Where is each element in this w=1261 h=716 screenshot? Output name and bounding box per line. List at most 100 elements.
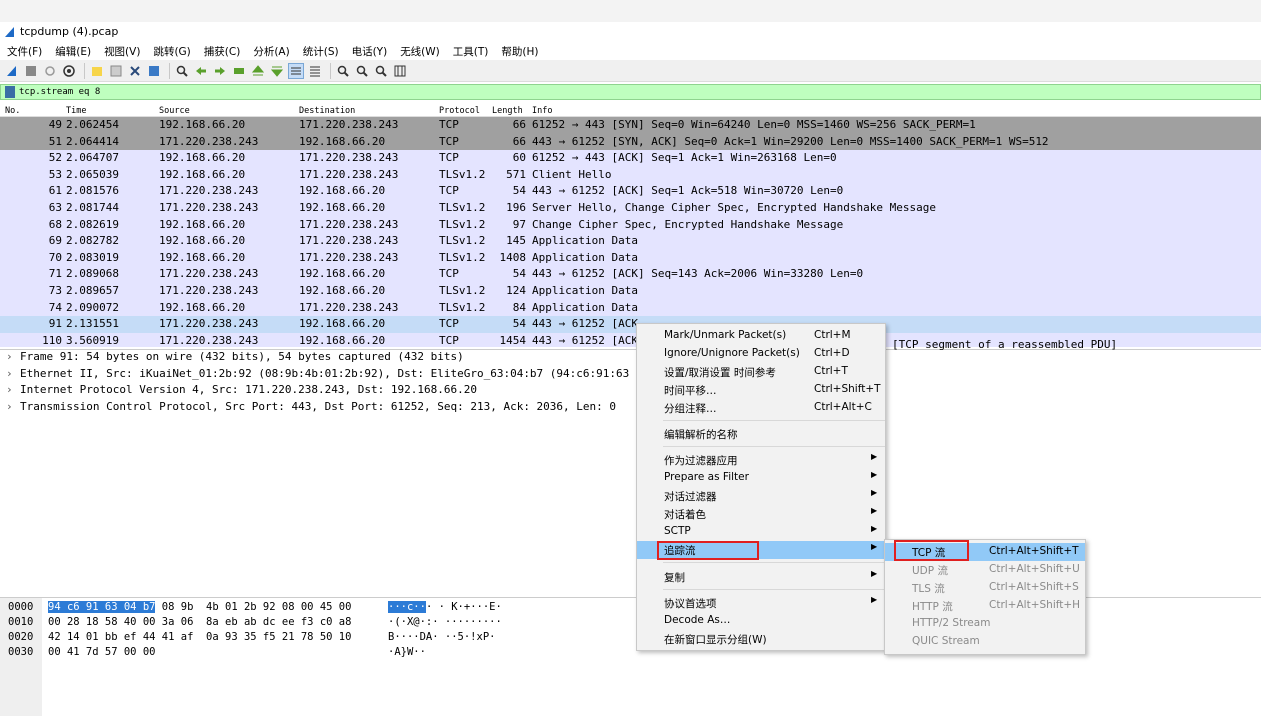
menu-item-protocol-preferences[interactable]: 协议首选项 ▶ (637, 594, 885, 612)
menu-item-packet-comment[interactable]: 分组注释… Ctrl+Alt+C (637, 399, 885, 417)
packet-row[interactable]: 68 2.082619 192.168.66.20 171.220.238.243 TL… (0, 216, 1261, 234)
menu-view[interactable]: 视图(V) (97, 42, 146, 60)
zoom-in-icon[interactable] (335, 63, 351, 79)
menu-item-decode-as[interactable]: Decode As… (637, 612, 885, 630)
go-forward-icon[interactable] (212, 63, 228, 79)
column-no[interactable]: No. (5, 106, 20, 116)
go-back-icon[interactable] (193, 63, 209, 79)
hex-selected-bytes[interactable]: 94 c6 91 63 04 b7 (48, 601, 156, 613)
menu-wireless[interactable]: 无线(W) (393, 42, 446, 60)
ascii-selected[interactable]: ···c·· (388, 601, 426, 613)
menu-item-copy[interactable]: 复制 ▶ (637, 568, 885, 586)
packet-source: 171.220.238.243 (159, 283, 259, 297)
menu-analyze[interactable]: 分析(A) (246, 42, 295, 60)
menu-item-prepare-as-filter[interactable]: Prepare as Filter ▶ (637, 469, 885, 487)
packet-row[interactable]: 69 2.082782 192.168.66.20 171.220.238.243 TL… (0, 233, 1261, 250)
hex-bytes-row[interactable]: 00 28 18 58 40 00 3a 06 8a eb ab dc ee f… (48, 616, 351, 631)
packet-row[interactable]: 49 2.062454 192.168.66.20 171.220.238.243 TC… (0, 117, 1261, 134)
bookmark-icon[interactable] (5, 86, 15, 98)
menu-capture[interactable]: 捕获(C) (197, 42, 247, 60)
ascii-row[interactable]: B····DA· ··5·!xP· (388, 631, 495, 646)
menu-telephony[interactable]: 电话(Y) (345, 42, 394, 60)
menu-item-sctp[interactable]: SCTP ▶ (637, 523, 885, 541)
column-time[interactable]: Time (66, 106, 86, 116)
open-file-icon[interactable] (89, 63, 105, 79)
go-to-packet-icon[interactable] (231, 63, 247, 79)
menu-edit[interactable]: 编辑(E) (48, 42, 97, 60)
hex-bytes-row[interactable]: 94 c6 91 63 04 b7 08 9b 4b 01 2b 92 08 0… (48, 601, 351, 616)
packet-row[interactable]: 74 2.090072 192.168.66.20 171.220.238.243 TL… (0, 299, 1261, 317)
ascii-row[interactable]: ·A}W·· (388, 646, 426, 661)
column-info[interactable]: Info (532, 106, 552, 116)
packet-no: 63 (48, 200, 62, 214)
packet-row[interactable]: 63 2.081744 171.220.238.243 192.168.66.20 TL… (0, 199, 1261, 217)
column-source[interactable]: Source (159, 106, 190, 116)
close-file-icon[interactable] (127, 63, 143, 79)
menu-file[interactable]: 文件(F) (0, 42, 48, 60)
detail-row-ethernet[interactable]: › Ethernet II, Src: iKuaiNet_01:2b:92 (08… (0, 367, 1261, 384)
menu-item-ignore-packet[interactable]: Ignore/Unignore Packet(s) Ctrl+D (637, 345, 885, 363)
packet-source: 192.168.66.20 (159, 300, 246, 314)
packet-row[interactable]: 70 2.083019 192.168.66.20 171.220.238.243 TL… (0, 249, 1261, 267)
packet-row[interactable]: 52 2.064707 192.168.66.20 171.220.238.243 TC… (0, 150, 1261, 167)
packet-row-selected[interactable]: 91 2.131551 171.220.238.243 192.168.66.20 TC… (0, 316, 1261, 333)
detail-row-frame[interactable]: › Frame 91: 54 bytes on wire (432 bits), … (0, 350, 1261, 367)
menu-go[interactable]: 跳转(G) (146, 42, 196, 60)
menu-item-colorize-conversation[interactable]: 对话着色 ▶ (637, 505, 885, 523)
submenu-item-udp-stream[interactable]: UDP 流 Ctrl+Alt+Shift+U (885, 561, 1085, 579)
menu-help[interactable]: 帮助(H) (494, 42, 544, 60)
hex-offset: 0000 (8, 601, 34, 613)
zoom-out-icon[interactable] (354, 63, 370, 79)
menu-statistics[interactable]: 统计(S) (296, 42, 345, 60)
hex-bytes-row[interactable]: 00 41 7d 57 00 00 (48, 646, 155, 661)
column-length[interactable]: Length (492, 106, 523, 116)
expand-arrow-icon[interactable]: › (6, 383, 20, 396)
stop-capture-icon[interactable] (23, 63, 39, 79)
menu-item-edit-resolved-name[interactable]: 编辑解析的名称 (637, 425, 885, 443)
submenu-item-http2-stream[interactable]: HTTP/2 Stream (885, 615, 1085, 633)
packet-row[interactable]: 53 2.065039 192.168.66.20 171.220.238.243 TL… (0, 166, 1261, 184)
packet-destination: 171.220.238.243 (299, 300, 399, 314)
reload-file-icon[interactable] (146, 63, 162, 79)
start-capture-icon[interactable] (4, 63, 20, 79)
packet-row[interactable]: 51 2.064414 171.220.238.243 192.168.66.20 TC… (0, 133, 1261, 151)
detail-row-ip[interactable]: › Internet Protocol Version 4, Src: 171.2… (0, 383, 1261, 400)
save-file-icon[interactable] (108, 63, 124, 79)
menu-item-time-shift[interactable]: 时间平移… Ctrl+Shift+T (637, 381, 885, 399)
ascii-row[interactable]: ···c··· · K·+···E· (388, 601, 502, 616)
ascii-row[interactable]: ·(·X@·:· ········· (388, 616, 502, 631)
resize-columns-icon[interactable] (392, 63, 408, 79)
packet-row[interactable]: 61 2.081576 171.220.238.243 192.168.66.20 TC… (0, 183, 1261, 200)
menu-item-mark-packet[interactable]: Mark/Unmark Packet(s) Ctrl+M (637, 327, 885, 345)
expand-arrow-icon[interactable]: › (6, 367, 20, 380)
packet-row[interactable]: 71 2.089068 171.220.238.243 192.168.66.20 TC… (0, 266, 1261, 283)
packet-length: 571 (506, 167, 526, 181)
column-protocol[interactable]: Protocol (439, 106, 480, 116)
detail-row-tcp[interactable]: › Transmission Control Protocol, Src Port… (0, 400, 1261, 417)
hex-bytes-row[interactable]: 42 14 01 bb ef 44 41 af 0a 93 35 f5 21 7… (48, 631, 351, 646)
expand-arrow-icon[interactable]: › (6, 400, 20, 413)
normal-size-icon[interactable] (373, 63, 389, 79)
find-packet-icon[interactable] (174, 63, 190, 79)
menu-item-conversation-filter[interactable]: 对话过滤器 ▶ (637, 487, 885, 505)
expand-arrow-icon[interactable]: › (6, 350, 20, 363)
packet-protocol: TLSv1.2 (439, 250, 486, 264)
packet-source: 192.168.66.20 (159, 167, 246, 181)
submenu-item-quic-stream[interactable]: QUIC Stream (885, 633, 1085, 651)
last-packet-icon[interactable] (269, 63, 285, 79)
restart-capture-icon[interactable] (42, 63, 58, 79)
colorize-icon[interactable] (307, 63, 323, 79)
autoscroll-icon[interactable] (288, 62, 304, 79)
column-destination[interactable]: Destination (299, 106, 355, 116)
menu-item-apply-as-filter[interactable]: 作为过滤器应用 ▶ (637, 451, 885, 469)
submenu-item-tls-stream[interactable]: TLS 流 Ctrl+Alt+Shift+S (885, 579, 1085, 597)
menu-tools[interactable]: 工具(T) (446, 42, 495, 60)
display-filter-input[interactable]: tcp.stream eq 8 (19, 87, 100, 97)
first-packet-icon[interactable] (250, 63, 266, 79)
capture-options-icon[interactable] (61, 63, 77, 79)
packet-row[interactable]: 73 2.089657 171.220.238.243 192.168.66.20 TL… (0, 282, 1261, 300)
menu-item-show-packet-new-window[interactable]: 在新窗口显示分组(W) (637, 630, 885, 648)
menu-item-time-reference[interactable]: 设置/取消设置 时间参考 Ctrl+T (637, 363, 885, 381)
display-filter-bar[interactable]: tcp.stream eq 8 (0, 84, 1261, 100)
submenu-item-http-stream[interactable]: HTTP 流 Ctrl+Alt+Shift+H (885, 597, 1085, 615)
